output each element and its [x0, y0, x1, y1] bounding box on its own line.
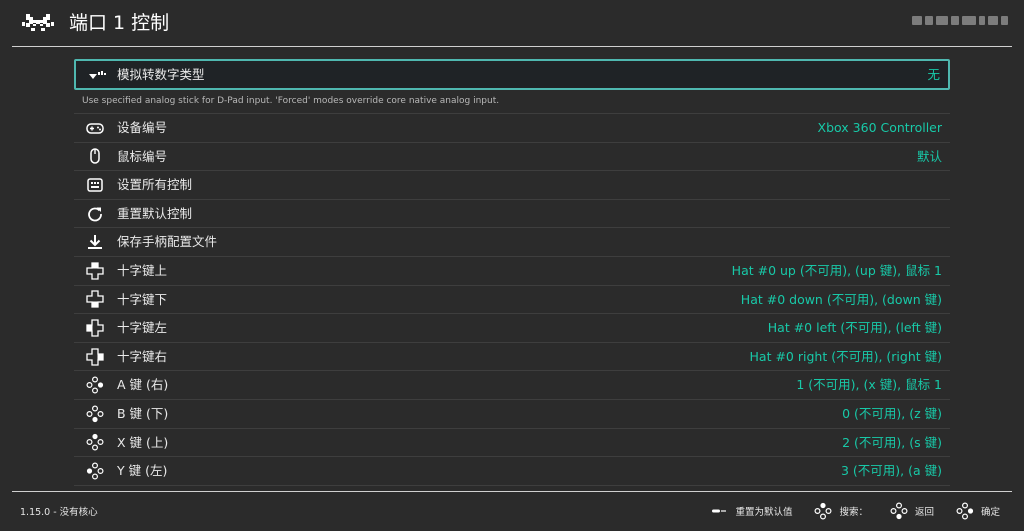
menu-item-mouse-index[interactable]: 鼠标编号 默认: [74, 143, 950, 172]
settings-list: 模拟转数字类型 无 Use specified analog stick for…: [74, 59, 950, 486]
menu-item-label: 重置默认控制: [117, 205, 193, 221]
face-button-up-icon: [814, 502, 832, 520]
menu-item-value: Hat #0 right (不可用), (right 键): [749, 348, 942, 364]
dpad-down-icon: [86, 290, 104, 309]
hint-back-label: 返回: [914, 507, 934, 518]
menu-item-label: B 键 (下): [117, 405, 169, 421]
menu-item-dpad-right[interactable]: 十字键右 Hat #0 right (不可用), (right 键): [74, 343, 950, 372]
menu-item-dpad-down[interactable]: 十字键下 Hat #0 down (不可用), (down 键): [74, 286, 950, 315]
hint-reset[interactable]: 重置为默认值: [710, 502, 792, 520]
menu-item-label: 保存手柄配置文件: [117, 234, 218, 250]
menu-item-label: 十字键上: [117, 262, 168, 278]
menu-item-bind-all[interactable]: 设置所有控制: [74, 171, 950, 200]
menu-item-value: Hat #0 left (不可用), (left 键): [767, 320, 942, 336]
menu-item-value: 2 (不可用), (s 键): [842, 434, 942, 450]
keyboard-icon: [87, 178, 103, 192]
reload-icon: [88, 207, 102, 221]
menu-item-label: 鼠标编号: [117, 148, 168, 164]
menu-item-button-a[interactable]: A 键 (右) 1 (不可用), (x 键), 鼠标 1: [74, 371, 950, 400]
header-divider: [12, 46, 1012, 47]
clock-display: [912, 12, 1008, 28]
menu-item-dpad-up[interactable]: 十字键上 Hat #0 up (不可用), (up 键), 鼠标 1: [74, 257, 950, 286]
menu-item-save-autoconfig[interactable]: 保存手柄配置文件: [74, 228, 950, 257]
menu-item-analog-to-digital[interactable]: 模拟转数字类型 无: [74, 59, 950, 90]
menu-item-value: 无: [927, 67, 940, 82]
hint-reset-label: 重置为默认值: [735, 507, 793, 518]
menu-item-button-y[interactable]: Y 键 (左) 3 (不可用), (a 键): [74, 457, 950, 486]
menu-item-label: X 键 (上): [117, 434, 169, 450]
gamepad-icon: [86, 123, 104, 134]
menu-item-value: 1 (不可用), (x 键), 鼠标 1: [796, 377, 942, 393]
menu-item-button-b[interactable]: B 键 (下) 0 (不可用), (z 键): [74, 400, 950, 429]
page-title: 端口 1 控制: [69, 12, 170, 34]
menu-item-button-x[interactable]: X 键 (上) 2 (不可用), (s 键): [74, 429, 950, 458]
dpad-up-icon: [86, 262, 104, 280]
version-label: 1.15.0 - 没有核心: [20, 507, 98, 518]
menu-item-label: 十字键下: [117, 291, 168, 307]
face-button-right-icon: [86, 376, 104, 394]
menu-item-value: 默认: [916, 148, 942, 164]
dpad-left-icon: [86, 319, 104, 337]
header: 端口 1 控制: [0, 0, 1024, 46]
face-button-left-icon: [86, 462, 104, 480]
hint-back[interactable]: 返回: [890, 502, 934, 520]
face-button-up-icon: [86, 434, 104, 451]
footer: 1.15.0 - 没有核心 重置为默认值 搜索： 返回 确定: [0, 492, 1024, 531]
menu-item-value: 3 (不可用), (a 键): [840, 463, 942, 479]
hint-search-label: 搜索：: [839, 507, 868, 518]
select-button-icon: [712, 509, 727, 513]
mouse-icon: [90, 148, 100, 165]
button-hints: 重置为默认值 搜索： 返回 确定: [696, 502, 1000, 520]
menu-item-label: 模拟转数字类型: [117, 67, 205, 82]
face-button-down-icon: [86, 405, 104, 422]
menu-item-value: 0 (不可用), (z 键): [842, 405, 942, 421]
menu-item-dpad-left[interactable]: 十字键左 Hat #0 left (不可用), (left 键): [74, 314, 950, 343]
menu-item-sublabel: Use specified analog stick for D-Pad inp…: [74, 90, 950, 114]
analog-stick-icon: [89, 70, 106, 79]
menu-item-label: 设置所有控制: [117, 177, 193, 193]
menu-item-label: 十字键右: [117, 348, 168, 364]
hint-search[interactable]: 搜索：: [814, 502, 868, 520]
menu-item-value: Xbox 360 Controller: [817, 120, 942, 135]
hint-ok[interactable]: 确定: [956, 502, 1000, 520]
dpad-right-icon: [86, 347, 104, 366]
retroarch-logo-icon: [22, 14, 54, 31]
menu-item-device-index[interactable]: 设备编号 Xbox 360 Controller: [74, 114, 950, 143]
hint-ok-label: 确定: [980, 507, 1000, 518]
menu-item-label: 十字键左: [117, 320, 168, 336]
menu-item-value: Hat #0 up (不可用), (up 键), 鼠标 1: [731, 262, 942, 278]
menu-item-label: Y 键 (左): [117, 463, 168, 479]
face-button-down-icon: [890, 502, 908, 520]
menu-item-label: A 键 (右): [117, 377, 169, 393]
face-button-right-icon: [956, 502, 974, 520]
download-icon: [88, 235, 102, 250]
menu-item-label: 设备编号: [117, 120, 168, 135]
menu-item-reset-defaults[interactable]: 重置默认控制: [74, 200, 950, 229]
menu-item-value: Hat #0 down (不可用), (down 键): [740, 291, 942, 307]
